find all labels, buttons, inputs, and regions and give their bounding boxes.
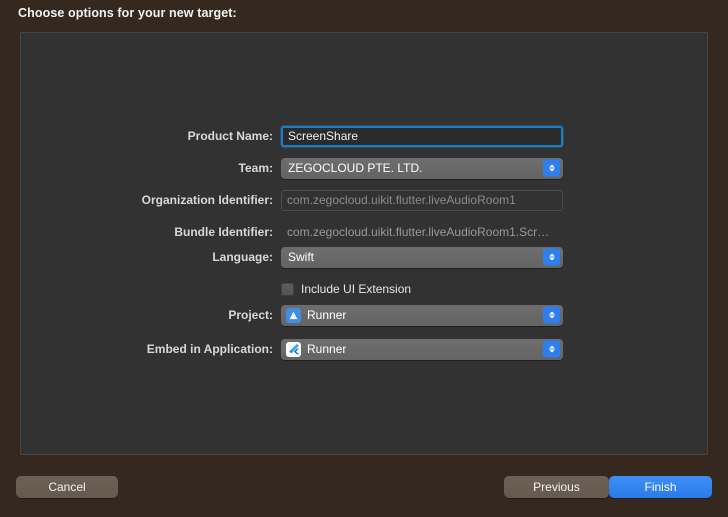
field-row-product-name: Product Name: ScreenShare — [21, 125, 707, 147]
field-row-include-ui-extension: Include UI Extension — [21, 278, 707, 300]
control-organization-identifier: com.zegocloud.uikit.flutter.liveAudioRoo… — [281, 189, 563, 211]
organization-identifier-input: com.zegocloud.uikit.flutter.liveAudioRoo… — [281, 189, 563, 211]
language-select-value: Swift — [288, 250, 315, 264]
xcode-project-icon — [286, 307, 301, 323]
project-select[interactable]: Runner — [281, 304, 563, 326]
page-title: Choose options for your new target: — [18, 6, 237, 20]
label-language: Language: — [212, 250, 273, 264]
label-product-name: Product Name: — [187, 129, 273, 143]
chevron-updown-icon[interactable] — [543, 306, 560, 324]
team-select-value: ZEGOCLOUD PTE. LTD. — [288, 161, 423, 175]
chevron-down-icon — [548, 257, 555, 261]
embed-in-application-select-value: Runner — [307, 342, 347, 356]
field-row-embed-in-application: Embed in Application: Runner — [21, 338, 707, 360]
field-row-organization-identifier: Organization Identifier: com.zegocloud.u… — [21, 189, 707, 211]
control-bundle-identifier: com.zegocloud.uikit.flutter.liveAudioRoo… — [281, 222, 563, 243]
options-panel: Product Name: ScreenShare Team: ZEGOCLOU… — [20, 32, 708, 455]
team-select[interactable]: ZEGOCLOUD PTE. LTD. — [281, 157, 563, 179]
label-team: Team: — [238, 161, 273, 175]
chevron-down-icon — [548, 349, 555, 353]
chevron-updown-icon[interactable] — [543, 159, 560, 177]
cancel-button[interactable]: Cancel — [16, 476, 118, 498]
bundle-identifier-value: com.zegocloud.uikit.flutter.liveAudioRoo… — [287, 225, 550, 239]
include-ui-extension-label: Include UI Extension — [301, 282, 412, 296]
chevron-up-icon — [548, 311, 555, 315]
field-row-bundle-identifier: Bundle Identifier: com.zegocloud.uikit.f… — [21, 221, 707, 243]
chevron-updown-icon[interactable] — [543, 340, 560, 358]
field-row-project: Project: Runner — [21, 304, 707, 326]
field-row-language: Language: Swift — [21, 246, 707, 268]
include-ui-extension-checkbox[interactable]: Include UI Extension — [281, 282, 563, 296]
control-team: ZEGOCLOUD PTE. LTD. — [281, 157, 563, 179]
label-bundle-identifier: Bundle Identifier: — [174, 225, 273, 239]
language-select[interactable]: Swift — [281, 246, 563, 268]
chevron-down-icon — [548, 168, 555, 172]
chevron-updown-icon[interactable] — [543, 248, 560, 266]
control-include-ui-extension: Include UI Extension — [281, 282, 563, 296]
control-product-name: ScreenShare — [281, 125, 563, 147]
label-project: Project: — [228, 308, 273, 322]
checkbox-box-icon[interactable] — [281, 282, 294, 296]
product-name-input[interactable]: ScreenShare — [281, 125, 563, 147]
finish-button[interactable]: Finish — [609, 476, 712, 498]
control-project: Runner — [281, 304, 563, 326]
chevron-up-icon — [548, 345, 555, 349]
control-language: Swift — [281, 246, 563, 268]
control-embed-in-application: Runner — [281, 338, 563, 360]
label-organization-identifier: Organization Identifier: — [141, 193, 273, 207]
field-row-team: Team: ZEGOCLOUD PTE. LTD. — [21, 157, 707, 179]
project-select-value: Runner — [307, 308, 347, 322]
embed-in-application-select[interactable]: Runner — [281, 338, 563, 360]
chevron-down-icon — [548, 315, 555, 319]
previous-button[interactable]: Previous — [504, 476, 609, 498]
flutter-app-icon — [286, 341, 301, 357]
chevron-up-icon — [548, 164, 555, 168]
label-embed-in-application: Embed in Application: — [146, 342, 273, 356]
chevron-up-icon — [548, 253, 555, 257]
